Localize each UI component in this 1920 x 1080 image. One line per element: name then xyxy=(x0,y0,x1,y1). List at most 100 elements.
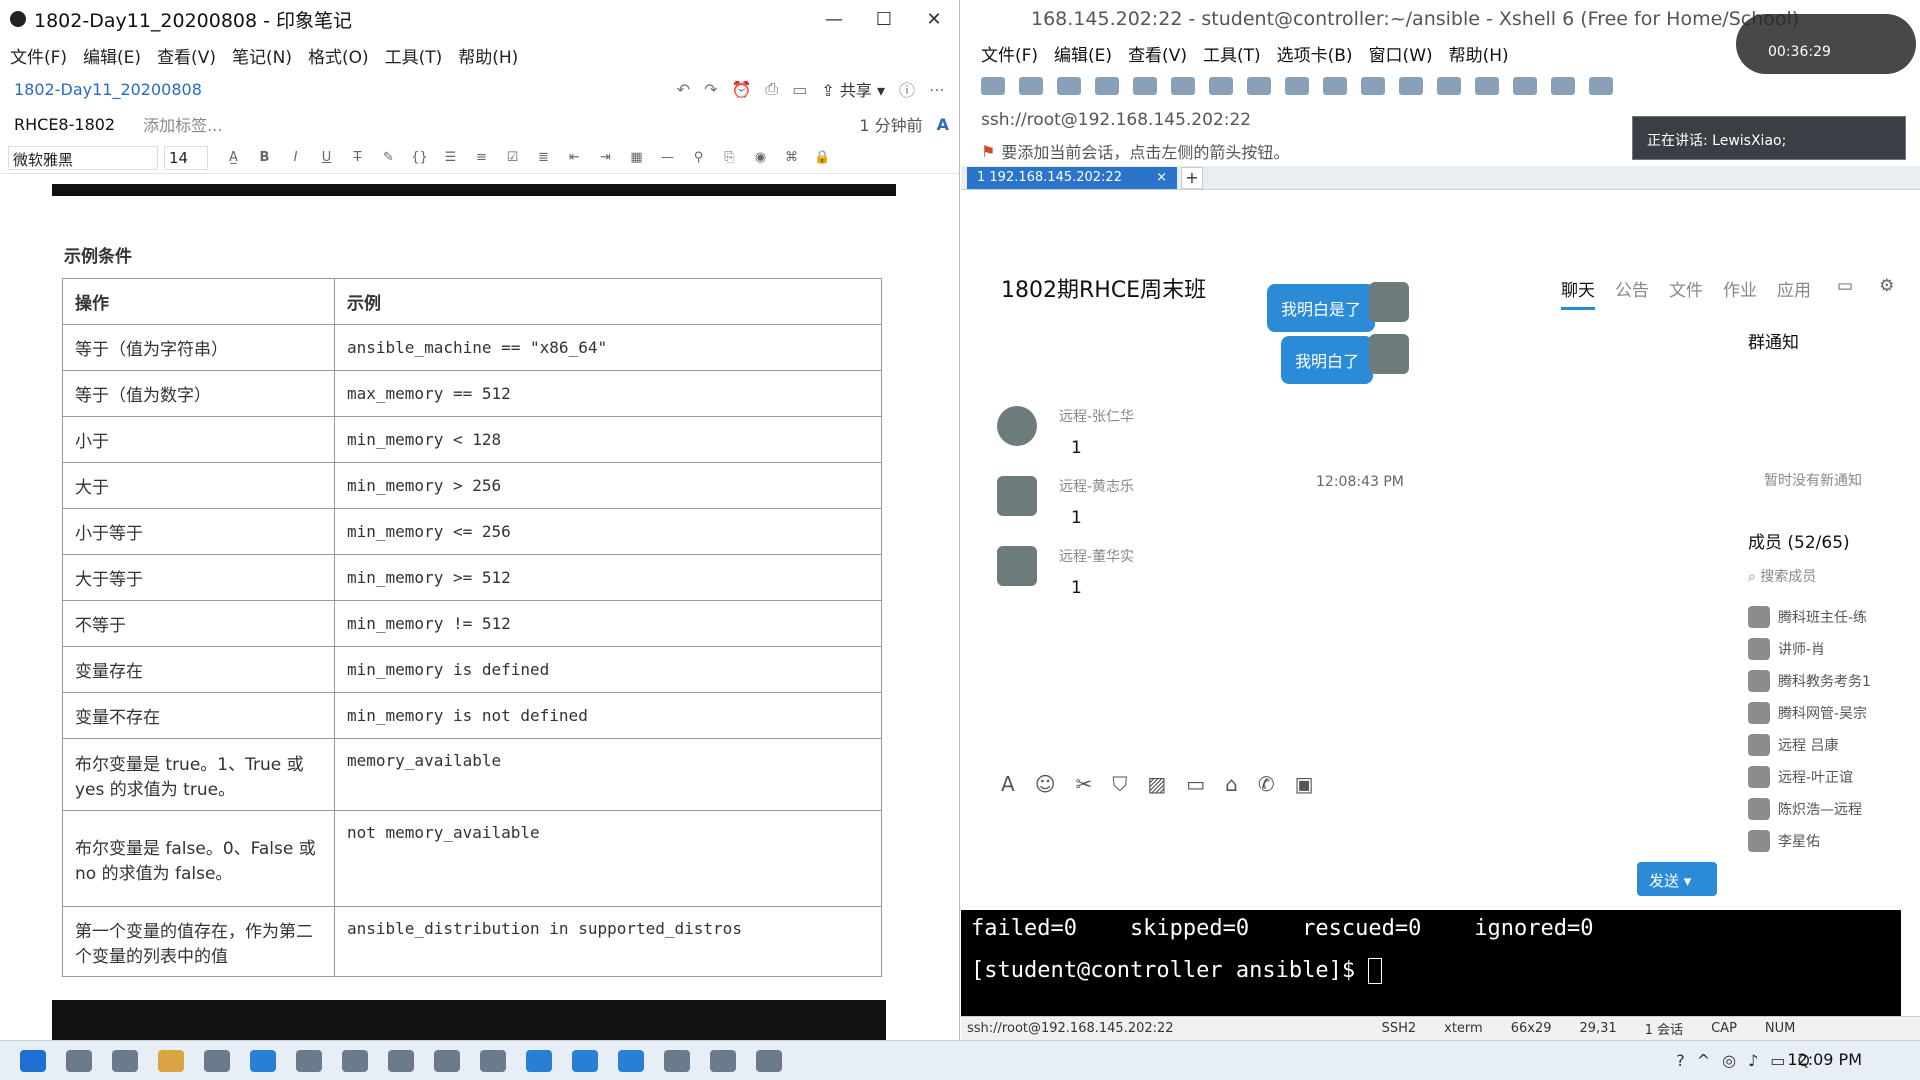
xs-menu-file[interactable]: 文件(F) xyxy=(981,41,1038,66)
connect-icon[interactable] xyxy=(1057,77,1081,95)
minimize-icon[interactable]: — xyxy=(809,9,859,30)
sender-name[interactable]: 远程-黄志乐 xyxy=(1059,476,1134,496)
table-icon[interactable]: ▦ xyxy=(621,150,652,165)
note-body[interactable]: 示例条件 操作 示例 等于（值为字符串） ansible_machine == "… xyxy=(0,182,959,1040)
info-icon[interactable]: ⓘ xyxy=(899,77,915,101)
member-item[interactable]: 李星佑 xyxy=(1748,828,1920,854)
battery-icon[interactable]: ▭ xyxy=(1770,1051,1785,1070)
gift-icon[interactable]: ⌂ xyxy=(1225,772,1238,796)
tab-announcement[interactable]: 公告 xyxy=(1615,276,1649,310)
bullet-list-icon[interactable]: ☰ xyxy=(435,150,466,165)
menu-edit[interactable]: 编辑(E) xyxy=(83,43,141,68)
screen-share-icon[interactable]: ▭ xyxy=(1837,276,1853,310)
session-tab[interactable]: 1 192.168.145.202:22 × xyxy=(967,167,1177,189)
compose-icon[interactable] xyxy=(1513,77,1537,95)
member-item[interactable]: 远程 吕康 xyxy=(1748,732,1920,758)
strikethrough-icon[interactable]: T xyxy=(342,150,373,165)
emoji-icon[interactable]: ☺ xyxy=(1035,772,1056,796)
align-icon[interactable]: ≣ xyxy=(528,150,559,165)
numbered-list-icon[interactable]: ≡ xyxy=(466,150,497,165)
member-item[interactable]: 腾科网管-吴宗 xyxy=(1748,700,1920,726)
calendar-icon[interactable]: ▣ xyxy=(1295,772,1314,796)
menu-format[interactable]: 格式(O) xyxy=(308,43,369,68)
attach-icon[interactable]: ⎘ xyxy=(714,150,745,165)
print-icon[interactable]: ⎙ xyxy=(765,79,778,99)
add-tab-button[interactable]: + xyxy=(1181,167,1203,189)
help-icon[interactable]: ? xyxy=(1676,1051,1685,1070)
sender-name[interactable]: 远程-张仁华 xyxy=(1059,406,1134,426)
app-icon[interactable] xyxy=(664,1049,690,1072)
maximize-icon[interactable]: ☐ xyxy=(859,9,909,30)
xs-menu-tabs[interactable]: 选项卡(B) xyxy=(1277,41,1353,66)
xs-menu-edit[interactable]: 编辑(E) xyxy=(1054,41,1112,66)
tab-files[interactable]: 文件 xyxy=(1669,276,1703,310)
more-icon[interactable]: ⋯ xyxy=(929,80,945,99)
start-icon[interactable] xyxy=(20,1049,46,1072)
notebook-selector[interactable]: RHCE8-1802 xyxy=(14,115,115,134)
menu-note[interactable]: 笔记(N) xyxy=(232,43,292,68)
member-item[interactable]: 腾科教务考务1 xyxy=(1748,668,1920,694)
fullscreen-icon[interactable] xyxy=(1399,77,1423,95)
member-search[interactable]: ⌕ 搜索成员 xyxy=(1748,566,1816,586)
member-item[interactable]: 陈炽浩—远程 xyxy=(1748,796,1920,822)
transfer-icon[interactable] xyxy=(1209,77,1233,95)
close-icon[interactable]: ✕ xyxy=(909,9,959,30)
network-icon[interactable]: ◎ xyxy=(1722,1051,1736,1070)
note-title[interactable]: 1802-Day11_20200808 xyxy=(14,80,677,99)
lock-session-icon[interactable] xyxy=(1437,77,1461,95)
folder-icon[interactable]: ▭ xyxy=(1186,772,1205,796)
screenshot-icon[interactable]: ✂ xyxy=(1076,772,1093,796)
app-icon[interactable] xyxy=(296,1049,322,1072)
keyboard-icon[interactable] xyxy=(1475,77,1499,95)
app-icon[interactable] xyxy=(710,1049,736,1072)
menu-file[interactable]: 文件(F) xyxy=(10,43,67,68)
volume-icon[interactable]: ♪ xyxy=(1748,1051,1758,1070)
clear-format-icon[interactable]: ⌘ xyxy=(776,150,807,165)
tab-homework[interactable]: 作业 xyxy=(1723,276,1757,310)
bold-icon[interactable]: B xyxy=(249,150,280,165)
indent-icon[interactable]: ⇥ xyxy=(590,150,621,165)
browser-icon[interactable] xyxy=(204,1049,230,1072)
member-item[interactable]: 讲师-肖 xyxy=(1748,636,1920,662)
task-view-icon[interactable] xyxy=(66,1049,92,1072)
xs-menu-window[interactable]: 窗口(W) xyxy=(1369,41,1433,66)
new-session-icon[interactable] xyxy=(981,77,1005,95)
tab-chat[interactable]: 聊天 xyxy=(1561,276,1595,310)
properties-icon[interactable] xyxy=(1133,77,1157,95)
shield-icon[interactable]: ⛉ xyxy=(1112,772,1127,796)
italic-icon[interactable]: I xyxy=(280,150,311,165)
terminal-output[interactable]: failed=0 skipped=0 rescued=0 ignored=0 [… xyxy=(961,910,1901,1016)
image-icon[interactable]: ▨ xyxy=(1147,772,1166,796)
app-icon[interactable] xyxy=(342,1049,368,1072)
app-icon[interactable] xyxy=(572,1049,598,1072)
disconnect-icon[interactable] xyxy=(1095,77,1119,95)
send-button[interactable]: 发送 ▾ xyxy=(1637,862,1717,896)
find-icon[interactable] xyxy=(1171,77,1195,95)
font-size-select[interactable]: 14 xyxy=(164,145,208,170)
text-color-icon[interactable]: A̲ xyxy=(218,150,249,165)
file-explorer-icon[interactable] xyxy=(158,1049,184,1072)
xs-menu-tools[interactable]: 工具(T) xyxy=(1203,41,1261,66)
underline-icon[interactable]: U xyxy=(311,150,342,165)
sender-avatar[interactable] xyxy=(997,476,1037,516)
xftp-icon[interactable] xyxy=(1361,77,1385,95)
chevron-up-icon[interactable]: ^ xyxy=(1697,1051,1710,1070)
xs-menu-view[interactable]: 查看(V) xyxy=(1128,41,1187,66)
taskbar-clock[interactable]: 12:09 PM xyxy=(1787,1050,1862,1069)
script-icon[interactable] xyxy=(1323,77,1347,95)
share-button[interactable]: ⇪ 共享 ▾ xyxy=(821,77,885,101)
sync-icon[interactable] xyxy=(1589,77,1613,95)
app-icon[interactable] xyxy=(480,1049,506,1072)
record-icon[interactable]: ◉ xyxy=(745,150,776,165)
app-icon[interactable] xyxy=(388,1049,414,1072)
open-session-icon[interactable] xyxy=(1019,77,1043,95)
layout-icon[interactable] xyxy=(1551,77,1575,95)
divider-icon[interactable]: — xyxy=(652,150,683,165)
app-icon[interactable] xyxy=(756,1049,782,1072)
tab-apps[interactable]: 应用 xyxy=(1777,276,1811,310)
text-format-icon[interactable]: A xyxy=(937,115,949,134)
edge-icon[interactable] xyxy=(250,1049,276,1072)
settings-icon[interactable]: ⚙ xyxy=(1879,276,1894,310)
undo-icon[interactable]: ↶ xyxy=(677,80,690,99)
redo-icon[interactable]: ↷ xyxy=(704,80,717,99)
